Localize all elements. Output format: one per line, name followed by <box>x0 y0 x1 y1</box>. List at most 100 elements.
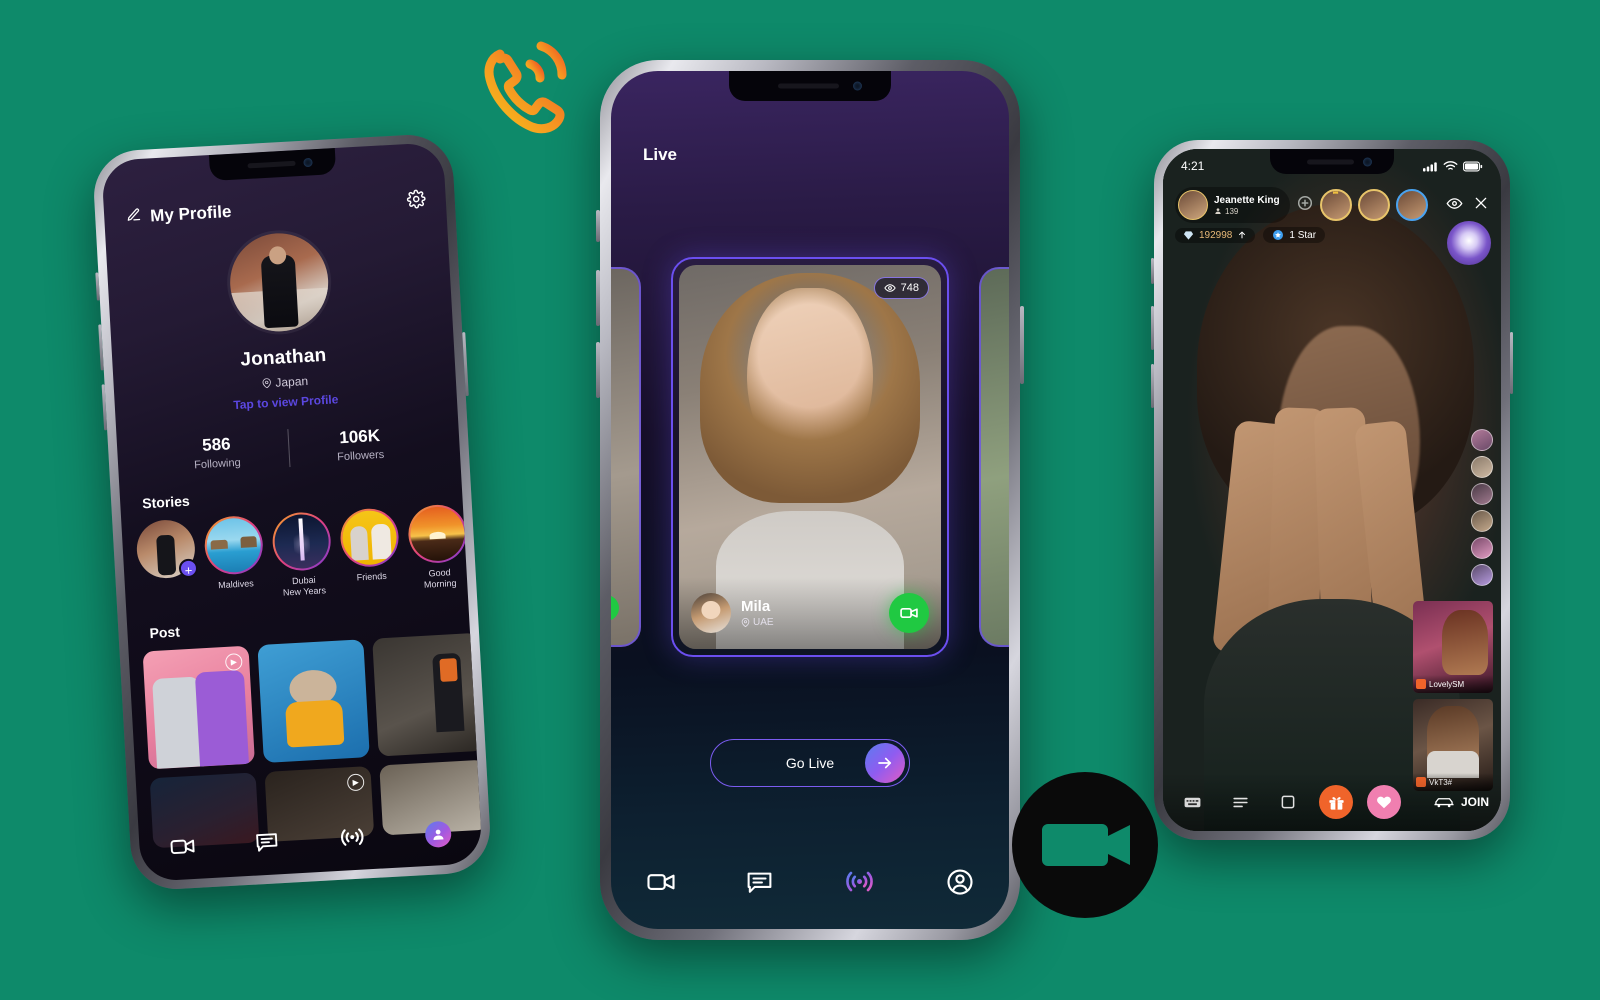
host-avatar[interactable] <box>1178 190 1208 220</box>
list-item[interactable] <box>1471 564 1493 586</box>
tab-chat[interactable] <box>745 867 774 901</box>
live-card-footer: Mila UAE <box>679 577 941 649</box>
tab-live[interactable] <box>843 865 876 903</box>
viewer-avatar-rail <box>1471 429 1493 586</box>
top-ranked-viewer-2[interactable] <box>1357 189 1390 221</box>
star-badge-icon <box>1273 230 1284 240</box>
phone-live: Live 748 Mila UAE Go Live <box>596 60 1024 940</box>
volume-up-button[interactable] <box>1151 306 1154 350</box>
keyboard-icon <box>1184 797 1200 807</box>
mute-switch[interactable] <box>1151 258 1154 284</box>
mute-switch[interactable] <box>95 272 100 301</box>
avatar-body <box>260 253 299 328</box>
gear-icon[interactable] <box>406 189 426 214</box>
join-label: JOIN <box>1460 795 1489 809</box>
list-item[interactable]: LovelySM <box>1413 601 1493 693</box>
cellular-icon <box>1423 161 1437 171</box>
power-button[interactable] <box>1020 306 1024 384</box>
diamond-counter[interactable]: 192998 <box>1175 227 1256 243</box>
live-card-previous[interactable] <box>611 267 641 647</box>
list-item[interactable] <box>1471 429 1493 451</box>
viewer-count-badge: 748 <box>873 277 929 299</box>
tab-profile[interactable] <box>945 867 975 902</box>
eye-icon[interactable] <box>1446 195 1463 217</box>
thumbnail-label: LovelySM <box>1429 679 1465 689</box>
mute-switch[interactable] <box>596 210 600 242</box>
story-good-morning[interactable]: Good Morning <box>406 503 470 591</box>
viewers-icon <box>1215 208 1221 214</box>
diamond-icon <box>1183 230 1194 240</box>
star-level-pill[interactable]: 1 Star <box>1263 227 1326 243</box>
power-button[interactable] <box>462 332 469 397</box>
table-row[interactable] <box>257 639 370 763</box>
gift-button[interactable] <box>1319 785 1353 819</box>
viewer-count: 748 <box>900 282 919 294</box>
sidebar-item-live[interactable] <box>338 822 368 857</box>
story-friends[interactable]: Friends <box>338 507 402 595</box>
stat-following[interactable]: 586 Following <box>145 431 289 474</box>
keyboard-button[interactable] <box>1175 785 1209 819</box>
add-host-icon[interactable] <box>1296 194 1314 217</box>
gift-wheel-icon[interactable] <box>1447 221 1491 265</box>
bottom-nav <box>611 839 1009 929</box>
list-item[interactable] <box>1471 537 1493 559</box>
arrow-right-icon[interactable] <box>865 743 905 783</box>
video-call-button[interactable] <box>889 593 929 633</box>
frame-button[interactable] <box>1271 785 1305 819</box>
avatar[interactable] <box>691 593 731 633</box>
profile-header: My Profile <box>126 189 427 230</box>
status-bar: 4:21 <box>1163 155 1501 177</box>
join-button[interactable]: JOIN <box>1433 794 1489 810</box>
list-button[interactable] <box>1223 785 1257 819</box>
map-pin-icon <box>741 618 750 627</box>
live-card-featured[interactable]: 748 Mila UAE <box>671 257 949 657</box>
volume-down-button[interactable] <box>1151 364 1154 408</box>
go-live-label: Go Live <box>785 755 835 771</box>
avatar[interactable] <box>227 230 331 335</box>
sidebar-item-chat[interactable] <box>254 828 281 859</box>
host-viewer-count: 139 <box>1225 206 1239 216</box>
close-icon[interactable] <box>1473 195 1489 217</box>
top-ranked-viewer-3[interactable] <box>1395 189 1428 221</box>
table-row[interactable]: ▶ <box>142 645 255 770</box>
story-maldives[interactable]: Maldives <box>203 514 266 603</box>
volume-up-button[interactable] <box>596 270 600 326</box>
stat-followers[interactable]: 106K Followers <box>288 423 432 466</box>
play-icon: ▶ <box>346 773 365 792</box>
story-dubai-new-years[interactable]: Dubai New Years <box>271 510 334 599</box>
front-camera <box>303 157 314 168</box>
host-chip[interactable]: Jeanette King 139 <box>1175 187 1290 223</box>
battery-icon <box>1463 161 1483 171</box>
host-name: Jeanette King <box>1214 194 1280 206</box>
stories-list[interactable]: + Maldives Dubai New Years Friends Good … <box>135 503 470 607</box>
sidebar-item-profile[interactable] <box>424 820 453 849</box>
story-add-own[interactable]: + <box>135 518 199 607</box>
phone-stream: 4:21 Jeanette King 139 ♛ 192998 1 Star L… <box>1151 140 1513 840</box>
power-button[interactable] <box>1510 332 1513 394</box>
list-item[interactable] <box>1471 456 1493 478</box>
table-row[interactable] <box>372 632 483 757</box>
pencil-icon[interactable] <box>126 207 142 228</box>
go-live-button[interactable]: Go Live <box>710 739 910 787</box>
volume-up-button[interactable] <box>98 324 104 371</box>
sidebar-item-video[interactable] <box>168 832 196 864</box>
story-label: Good Morning <box>423 567 457 590</box>
thumbnail-label-row: LovelySM <box>1413 675 1493 693</box>
top-ranked-viewer-1[interactable]: ♛ <box>1319 189 1352 221</box>
location-text: UAE <box>753 617 774 628</box>
add-story-button[interactable]: + <box>178 558 199 579</box>
video-camera-icon <box>1012 772 1158 918</box>
list-item[interactable] <box>1471 483 1493 505</box>
map-pin-icon <box>262 378 271 389</box>
notch <box>729 71 891 101</box>
phone-profile: My Profile Jonathan Japan Tap to view Pr… <box>91 132 493 892</box>
live-card-next[interactable] <box>979 267 1009 647</box>
wifi-icon <box>1443 161 1458 170</box>
heart-button[interactable] <box>1367 785 1401 819</box>
volume-down-button[interactable] <box>101 384 108 431</box>
volume-down-button[interactable] <box>596 342 600 398</box>
status-icons <box>1423 160 1483 172</box>
list-item[interactable] <box>1471 510 1493 532</box>
stories-title: Stories <box>141 492 191 512</box>
tab-video[interactable] <box>646 867 676 902</box>
